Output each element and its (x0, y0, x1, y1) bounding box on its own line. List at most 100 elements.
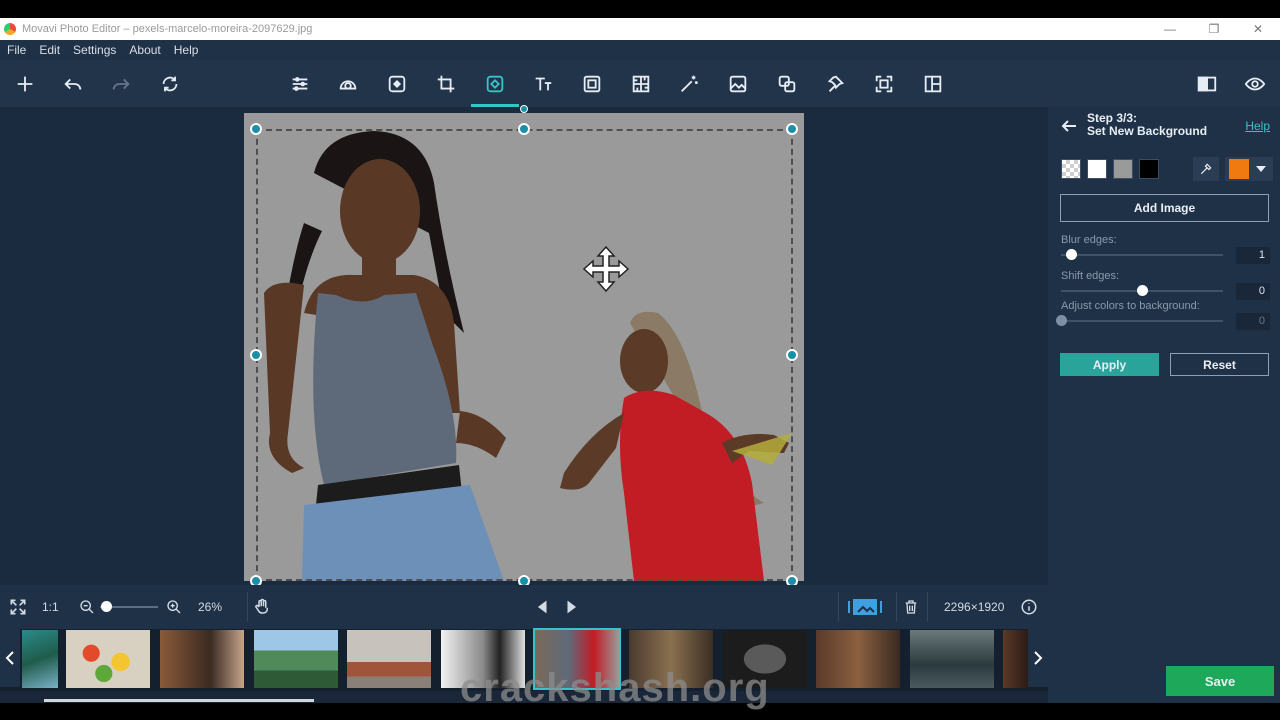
filmstrip-right-arrow-icon[interactable] (1028, 629, 1048, 687)
filters-icon[interactable] (334, 70, 362, 98)
adjust-icon[interactable] (286, 70, 314, 98)
resize-handle-top-left[interactable] (250, 123, 262, 135)
back-arrow-icon[interactable] (1060, 119, 1078, 133)
thumb-partial[interactable] (1003, 630, 1029, 688)
text-icon[interactable] (529, 70, 557, 98)
resize-icon[interactable] (870, 70, 898, 98)
restore-button[interactable]: ❐ (1192, 18, 1236, 40)
zoom-percent: 26% (198, 600, 223, 614)
next-image-icon[interactable] (564, 585, 578, 629)
gray-swatch[interactable] (1113, 159, 1133, 179)
toolbar (0, 60, 1280, 107)
menu-help[interactable]: Help (174, 43, 199, 57)
thumb-woman[interactable] (160, 630, 244, 688)
thumb-landscape[interactable] (22, 630, 58, 688)
resize-handle-top[interactable] (518, 123, 530, 135)
background-removal-icon[interactable] (481, 70, 509, 98)
thumb-curly[interactable] (816, 630, 900, 688)
thumb-food[interactable] (66, 630, 150, 688)
compare-icon[interactable] (1193, 70, 1221, 98)
step-title: Step 3/3: Set New Background (1087, 112, 1207, 138)
shift-edges-knob[interactable] (1137, 285, 1148, 296)
thumb-mountain[interactable] (254, 630, 338, 688)
adjust-colors-label: Adjust colors to background: (1061, 300, 1200, 312)
zoom-in-icon[interactable] (166, 585, 182, 629)
pin-icon[interactable] (821, 70, 849, 98)
transparent-swatch[interactable] (1061, 159, 1081, 179)
retouch-icon[interactable] (383, 70, 411, 98)
delete-icon[interactable] (903, 585, 919, 629)
layout-icon[interactable] (919, 70, 947, 98)
one-to-one-button[interactable]: 1:1 (42, 585, 59, 629)
blur-edges-knob[interactable] (1065, 249, 1077, 260)
adjust-colors-slider[interactable] (1056, 315, 1223, 326)
shift-edges-value[interactable]: 0 (1236, 283, 1270, 300)
zoom-slider-knob[interactable] (100, 601, 112, 612)
shift-edges-label: Shift edges: (1061, 270, 1120, 282)
filmstrip-toggle-icon[interactable] (847, 585, 883, 629)
white-swatch[interactable] (1087, 159, 1107, 179)
color-picker-dropdown[interactable] (1225, 157, 1273, 181)
app-window: Movavi Photo Editor – pexels-marcelo-mor… (0, 0, 1280, 720)
app-logo-icon (4, 23, 16, 35)
preview-eye-icon[interactable] (1241, 70, 1269, 98)
adjust-colors-value[interactable]: 0 (1236, 313, 1270, 330)
info-icon[interactable] (1020, 585, 1038, 629)
previous-image-icon[interactable] (536, 585, 550, 629)
blur-edges-slider[interactable] (1061, 249, 1223, 260)
scrollbar-thumb[interactable] (44, 699, 314, 702)
magic-wand-icon[interactable] (675, 70, 703, 98)
divider (247, 592, 248, 622)
add-image-button[interactable]: Add Image (1060, 194, 1269, 222)
shift-edges-slider[interactable] (1061, 285, 1223, 296)
divider (927, 592, 928, 622)
menu-bar: File Edit Settings About Help (0, 40, 1280, 60)
zoom-slider[interactable] (100, 585, 158, 629)
close-button[interactable]: ✕ (1236, 18, 1280, 40)
thumb-city[interactable] (347, 630, 431, 688)
help-link[interactable]: Help (1245, 119, 1270, 133)
rotate-handle[interactable] (520, 105, 528, 113)
fit-screen-icon[interactable] (8, 585, 28, 629)
rotate-icon[interactable] (156, 70, 184, 98)
selected-color-swatch (1229, 159, 1249, 179)
selection-frame[interactable] (256, 129, 793, 581)
frames-icon[interactable] (578, 70, 606, 98)
image-dimensions: 2296×1920 (944, 600, 1005, 614)
adjust-colors-knob[interactable] (1056, 315, 1067, 326)
add-icon[interactable] (11, 70, 39, 98)
resize-handle-right[interactable] (786, 349, 798, 361)
blur-edges-value[interactable]: 1 (1236, 247, 1270, 264)
resize-handle-top-right[interactable] (786, 123, 798, 135)
save-button[interactable]: Save (1166, 666, 1274, 696)
bottom-bar: 1:1 26% 2296×1920 (0, 585, 1048, 629)
letterbox-top (0, 0, 1280, 18)
minimize-button[interactable]: — (1148, 18, 1192, 40)
texture-icon[interactable] (627, 70, 655, 98)
divider (896, 592, 897, 622)
filmstrip-left-arrow-icon[interactable] (0, 629, 20, 687)
menu-edit[interactable]: Edit (39, 43, 60, 57)
redo-icon[interactable] (107, 70, 135, 98)
window-title: Movavi Photo Editor – pexels-marcelo-mor… (22, 23, 313, 35)
image-icon[interactable] (724, 70, 752, 98)
black-swatch[interactable] (1139, 159, 1159, 179)
thumb-street[interactable] (910, 630, 994, 688)
chevron-down-icon (1256, 166, 1266, 172)
apply-button[interactable]: Apply (1060, 353, 1159, 376)
pan-hand-icon[interactable] (253, 585, 271, 629)
step-name: Set New Background (1087, 124, 1208, 138)
title-bar: Movavi Photo Editor – pexels-marcelo-mor… (0, 18, 1280, 40)
zoom-out-icon[interactable] (79, 585, 95, 629)
menu-about[interactable]: About (129, 43, 160, 57)
eyedropper-icon[interactable] (1193, 157, 1219, 181)
crop-icon[interactable] (432, 70, 460, 98)
watermark-text: crackshash.org (460, 666, 770, 710)
menu-file[interactable]: File (7, 43, 26, 57)
background-panel: Step 3/3: Set New Background Help Add Im… (1048, 107, 1280, 703)
undo-icon[interactable] (59, 70, 87, 98)
menu-settings[interactable]: Settings (73, 43, 116, 57)
resize-handle-left[interactable] (250, 349, 262, 361)
overlay-icon[interactable] (773, 70, 801, 98)
reset-button[interactable]: Reset (1170, 353, 1269, 376)
